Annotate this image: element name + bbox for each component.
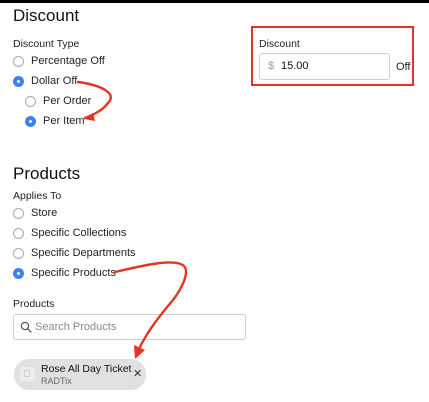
annotation-arrow-1 (76, 80, 112, 120)
annotation-arrow-2 (113, 261, 188, 351)
annotation-arrows (76, 80, 188, 359)
